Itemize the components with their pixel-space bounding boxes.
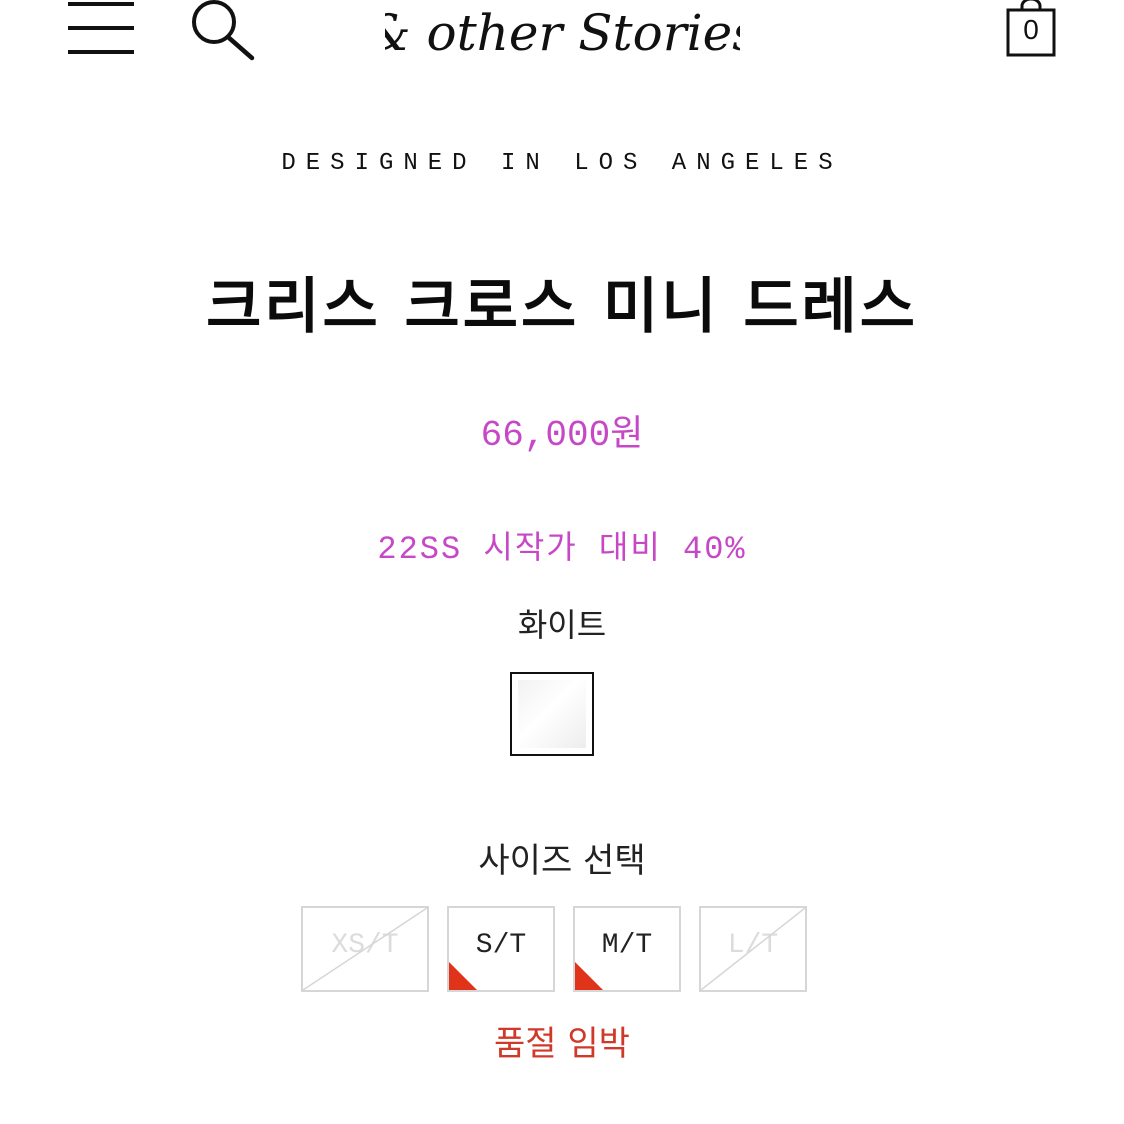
low-stock-text: 품절 임박 <box>494 1024 630 1064</box>
sold-out-strike <box>701 908 805 990</box>
svg-text:& other Stories: & other Stories <box>385 4 740 62</box>
size-label: S/T <box>475 930 527 961</box>
sold-out-strike <box>303 908 427 990</box>
product-page: & other Stories 0 DESIGNED IN LOS ANGELE… <box>0 0 1124 1124</box>
brand-logo[interactable]: & other Stories <box>385 0 740 64</box>
color-swatch-white[interactable] <box>510 672 594 756</box>
cart-button[interactable]: 0 <box>1006 0 1056 58</box>
menu-icon <box>68 2 134 6</box>
size-option-s[interactable]: S/T <box>447 906 555 992</box>
search-button[interactable] <box>190 0 256 62</box>
product-price: 66,000원 <box>480 415 644 456</box>
menu-button[interactable] <box>68 2 134 54</box>
swatch-fill <box>518 680 586 748</box>
cart-count: 0 <box>1023 14 1039 45</box>
menu-icon <box>68 26 134 30</box>
menu-icon <box>68 50 134 54</box>
color-name: 화이트 <box>517 606 607 644</box>
search-icon <box>192 0 255 61</box>
designed-in-label: DESIGNED IN LOS ANGELES <box>281 150 843 177</box>
size-label: M/T <box>601 930 653 961</box>
low-stock-flag <box>449 962 477 990</box>
product-title: 크리스 크로스 미니 드레스 <box>206 272 918 342</box>
size-select-title: 사이즈 선택 <box>478 841 646 881</box>
size-option-m[interactable]: M/T <box>573 906 681 992</box>
size-option-xs[interactable]: XS/T <box>301 906 429 992</box>
size-option-l[interactable]: L/T <box>699 906 807 992</box>
low-stock-flag <box>575 962 603 990</box>
promo-text: 22SS 시작가 대비 40% <box>377 531 747 568</box>
